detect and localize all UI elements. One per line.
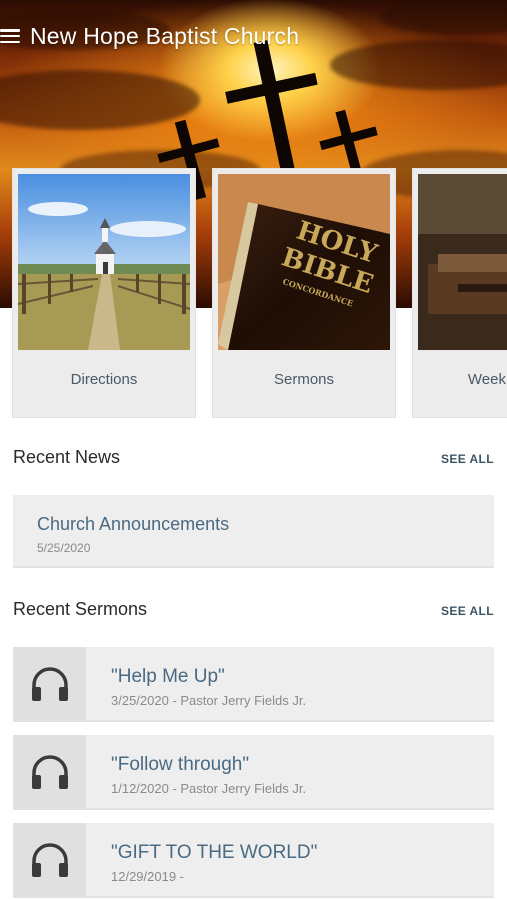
sermon-meta: 1/12/2020 - Pastor Jerry Fields Jr. bbox=[111, 781, 307, 796]
tile-sermons[interactable]: HOLY BIBLE CONCORDANCE Sermons bbox=[212, 168, 396, 418]
sermons-see-all-link[interactable]: SEE ALL bbox=[441, 604, 494, 618]
feature-tiles-carousel[interactable]: Directions HOLY BIBLE CONCORDANCE Sermon… bbox=[0, 168, 507, 420]
sermon-meta: 12/29/2019 - bbox=[111, 869, 185, 884]
app-screen: New Hope Baptist Church Directions HOLY … bbox=[0, 0, 507, 900]
sermon-item[interactable]: "Help Me Up" 3/25/2020 - Pastor Jerry Fi… bbox=[13, 647, 494, 722]
holy-bible-image: HOLY BIBLE CONCORDANCE bbox=[218, 174, 390, 350]
news-item[interactable]: Church Announcements 5/25/2020 bbox=[13, 495, 494, 568]
hamburger-menu-icon[interactable] bbox=[0, 27, 22, 45]
sermon-meta: 3/25/2020 - Pastor Jerry Fields Jr. bbox=[111, 693, 307, 708]
tile-directions[interactable]: Directions bbox=[12, 168, 196, 418]
recent-news-title: Recent News bbox=[13, 447, 121, 467]
headphones-icon bbox=[13, 735, 86, 808]
tile-label: Weekly De bbox=[467, 371, 507, 388]
app-bar: New Hope Baptist Church bbox=[0, 18, 299, 54]
sermon-title: "Help Me Up" bbox=[111, 666, 225, 687]
app-title: New Hope Baptist Church bbox=[30, 22, 300, 49]
tile-label: Sermons bbox=[273, 371, 335, 388]
news-item-date: 5/25/2020 bbox=[37, 541, 91, 555]
headphones-icon bbox=[13, 823, 86, 896]
church-pews-image bbox=[418, 174, 507, 350]
sermon-item[interactable]: "Follow through" 1/12/2020 - Pastor Jerr… bbox=[13, 735, 494, 810]
sermon-title: "GIFT TO THE WORLD" bbox=[111, 842, 318, 863]
news-item-title: Church Announcements bbox=[37, 514, 230, 534]
tile-label: Directions bbox=[70, 371, 138, 388]
recent-news-header: Recent News SEE ALL bbox=[13, 447, 494, 471]
headphones-icon bbox=[13, 647, 86, 720]
news-see-all-link[interactable]: SEE ALL bbox=[441, 452, 494, 466]
recent-sermons-header: Recent Sermons SEE ALL bbox=[13, 599, 494, 623]
country-chapel-image bbox=[18, 174, 190, 350]
sermon-title: "Follow through" bbox=[111, 754, 250, 775]
recent-sermons-title: Recent Sermons bbox=[13, 599, 148, 619]
tile-weekly-devotions[interactable]: Weekly De bbox=[412, 168, 507, 418]
sermon-item[interactable]: "GIFT TO THE WORLD" 12/29/2019 - bbox=[13, 823, 494, 898]
